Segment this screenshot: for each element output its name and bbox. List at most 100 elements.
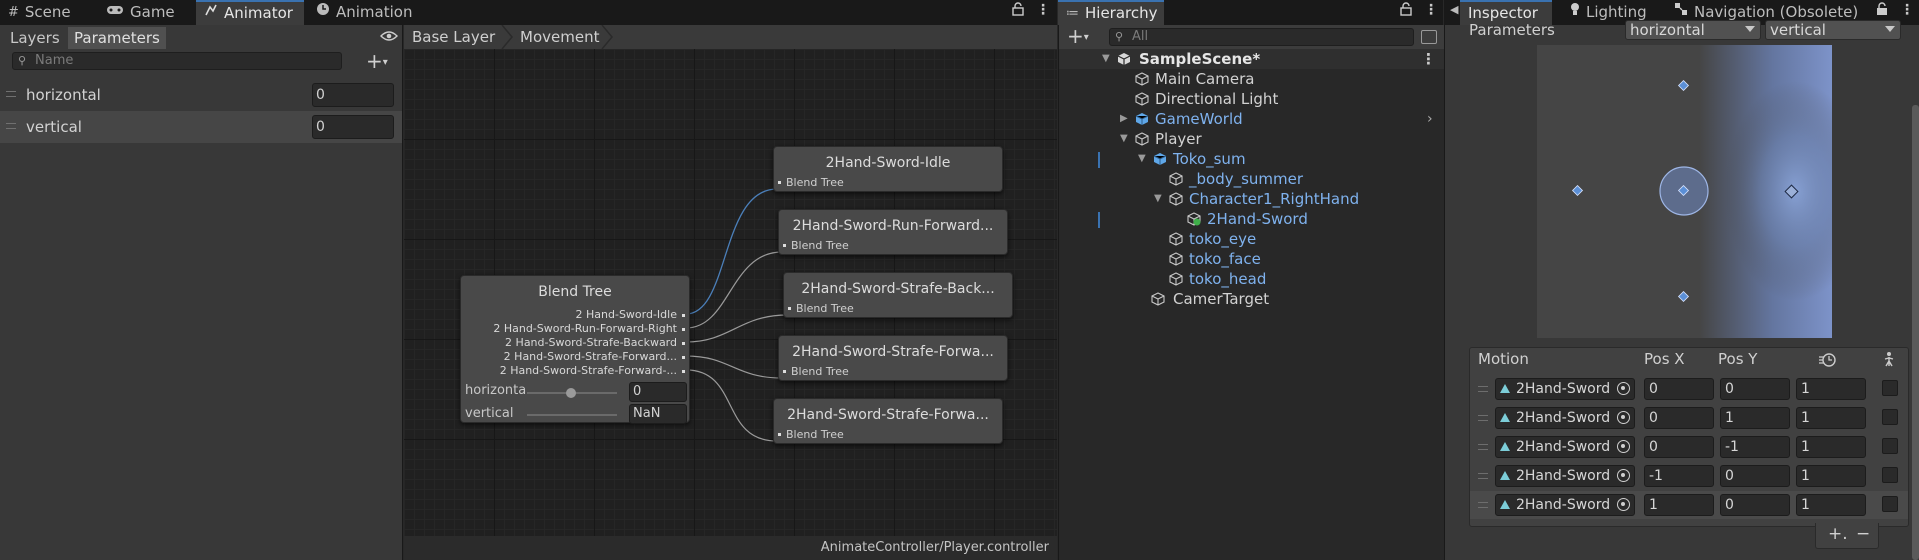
speed-field[interactable]: 1 [1796, 378, 1866, 400]
parameter-y-dropdown[interactable]: vertical [1765, 20, 1901, 40]
scene-search-toggle-icon[interactable] [1421, 30, 1437, 44]
drag-handle-icon[interactable] [1478, 444, 1488, 450]
pos-y-field[interactable]: 0 [1720, 465, 1790, 487]
motion-node[interactable]: 2Hand-Sword-Strafe-Forwa... Blend Tree [778, 335, 1008, 381]
speed-field[interactable]: 1 [1796, 465, 1866, 487]
output-port[interactable] [682, 328, 685, 331]
object-picker-icon[interactable] [1617, 498, 1630, 511]
pos-y-field[interactable]: -1 [1720, 436, 1790, 458]
object-picker-icon[interactable] [1617, 440, 1630, 453]
object-picker-icon[interactable] [1617, 411, 1630, 424]
horizontal-value-field[interactable]: 0 [629, 382, 687, 402]
blend-space-2d-plot[interactable] [1537, 45, 1832, 338]
pos-y-field[interactable]: 1 [1720, 407, 1790, 429]
object-picker-icon[interactable] [1617, 469, 1630, 482]
drag-handle-icon[interactable] [1478, 386, 1488, 392]
pos-y-field[interactable]: 0 [1720, 494, 1790, 516]
kebab-menu-icon[interactable]: ⋮ [1424, 2, 1438, 18]
speed-field[interactable]: 1 [1796, 407, 1866, 429]
hierarchy-item-body-summer[interactable]: _body_summer [1059, 169, 1444, 189]
motion-node[interactable]: 2Hand-Sword-Run-Forward... Blend Tree [778, 209, 1008, 255]
parameter-x-dropdown[interactable]: horizontal [1625, 20, 1761, 40]
input-port[interactable] [788, 307, 791, 310]
output-port[interactable] [682, 314, 685, 317]
hierarchy-item-gameworld[interactable]: ▶ GameWorld › [1059, 109, 1444, 129]
mirror-checkbox[interactable] [1882, 380, 1898, 396]
motion-node[interactable]: 2Hand-Sword-Idle Blend Tree [773, 146, 1003, 192]
slider-thumb[interactable] [566, 388, 576, 398]
motion-row[interactable]: 2Hand-Sword 0 0 1 [1470, 375, 1908, 403]
input-port[interactable] [778, 433, 781, 436]
drag-handle-icon[interactable] [1478, 473, 1488, 479]
pos-x-field[interactable]: 0 [1644, 378, 1714, 400]
kebab-menu-icon[interactable]: ⋮ [1900, 2, 1914, 18]
open-prefab-arrow-icon[interactable]: › [1427, 109, 1433, 129]
node-title: 2Hand-Sword-Idle [825, 155, 951, 171]
hierarchy-item-toko-face[interactable]: toko_face [1059, 249, 1444, 269]
motion-object-field[interactable]: 2Hand-Sword [1495, 407, 1635, 429]
expand-arrow-icon[interactable]: ▼ [1154, 189, 1162, 209]
lock-icon[interactable] [1876, 2, 1888, 20]
vertical-slider[interactable] [527, 414, 617, 416]
motion-row[interactable]: 2Hand-Sword 0 1 1 [1470, 404, 1908, 432]
expand-arrow-icon[interactable]: ▶ [1120, 109, 1128, 129]
output-port[interactable] [682, 370, 685, 373]
input-port[interactable] [783, 370, 786, 373]
create-button[interactable]: +▾ [1067, 24, 1089, 48]
horizontal-slider[interactable] [527, 388, 617, 398]
hierarchy-item-toko-eye[interactable]: toko_eye [1059, 229, 1444, 249]
tab-hierarchy[interactable]: ≔ Hierarchy [1058, 0, 1164, 25]
pos-x-field[interactable]: -1 [1644, 465, 1714, 487]
pos-x-field[interactable]: 0 [1644, 407, 1714, 429]
object-picker-icon[interactable] [1617, 382, 1630, 395]
add-motion-button[interactable]: +. [1828, 524, 1848, 544]
motion-node[interactable]: 2Hand-Sword-Strafe-Back... Blend Tree [783, 272, 1013, 318]
hierarchy-item-directional-light[interactable]: Directional Light [1059, 89, 1444, 109]
motion-object-field[interactable]: 2Hand-Sword [1495, 378, 1635, 400]
vertical-value-field[interactable]: NaN [629, 404, 687, 424]
expand-arrow-icon[interactable]: ▼ [1120, 129, 1128, 149]
input-port[interactable] [783, 244, 786, 247]
hierarchy-item-toko-sum[interactable]: ▼ Toko_sum [1059, 149, 1444, 169]
hierarchy-search-input[interactable]: ⚲ All [1109, 28, 1414, 46]
pos-y-field[interactable]: 0 [1720, 378, 1790, 400]
drag-handle-icon[interactable] [1478, 415, 1488, 421]
hierarchy-item-player[interactable]: ▼ Player [1059, 129, 1444, 149]
collapse-left-arrow-icon[interactable]: ◀ [1450, 3, 1458, 16]
output-port[interactable] [682, 356, 685, 359]
remove-motion-button[interactable]: − [1856, 524, 1870, 544]
hierarchy-item-samplescene[interactable]: ▼ SampleScene* ⋮ [1059, 49, 1444, 69]
horizontal-label: horizonta [465, 383, 527, 398]
output-port[interactable] [682, 342, 685, 345]
speed-field[interactable]: 1 [1796, 494, 1866, 516]
pos-x-field[interactable]: 1 [1644, 494, 1714, 516]
inspector-scrollbar[interactable] [1912, 105, 1919, 560]
motion-row[interactable]: 2Hand-Sword 0 -1 1 [1470, 433, 1908, 461]
drag-handle-icon[interactable] [1478, 502, 1488, 508]
expand-arrow-icon[interactable]: ▼ [1138, 149, 1146, 169]
lock-icon[interactable] [1400, 2, 1412, 20]
motion-row[interactable]: 2Hand-Sword -1 0 1 [1470, 462, 1908, 490]
mirror-checkbox[interactable] [1882, 496, 1898, 512]
speed-field[interactable]: 1 [1796, 436, 1866, 458]
input-port[interactable] [778, 181, 781, 184]
motion-object-field[interactable]: 2Hand-Sword [1495, 465, 1635, 487]
hierarchy-item-toko-head[interactable]: toko_head [1059, 269, 1444, 289]
kebab-menu-icon[interactable]: ⋮ [1421, 49, 1436, 69]
mirror-checkbox[interactable] [1882, 438, 1898, 454]
pos-x-field[interactable]: 0 [1644, 436, 1714, 458]
motion-row[interactable]: 2Hand-Sword 1 0 1 [1470, 491, 1908, 519]
hierarchy-tab-strip: ≔ Hierarchy ⋮ [1058, 0, 1443, 25]
blend-tree-node[interactable]: Blend Tree 2 Hand-Sword-Idle 2 Hand-Swor… [460, 275, 690, 424]
motion-object-field[interactable]: 2Hand-Sword [1495, 494, 1635, 516]
hierarchy-label: CamerTarget [1173, 290, 1270, 308]
expand-arrow-icon[interactable]: ▼ [1102, 49, 1110, 69]
motion-node[interactable]: 2Hand-Sword-Strafe-Forwa... Blend Tree [773, 398, 1003, 444]
motion-object-field[interactable]: 2Hand-Sword [1495, 436, 1635, 458]
hierarchy-item-camertarget[interactable]: CamerTarget [1059, 289, 1444, 309]
mirror-checkbox[interactable] [1882, 467, 1898, 483]
hierarchy-item-character1-righthand[interactable]: ▼ Character1_RightHand [1059, 189, 1444, 209]
mirror-checkbox[interactable] [1882, 409, 1898, 425]
hierarchy-item-2hand-sword[interactable]: 2Hand-Sword [1059, 209, 1444, 229]
hierarchy-item-main-camera[interactable]: Main Camera [1059, 69, 1444, 89]
